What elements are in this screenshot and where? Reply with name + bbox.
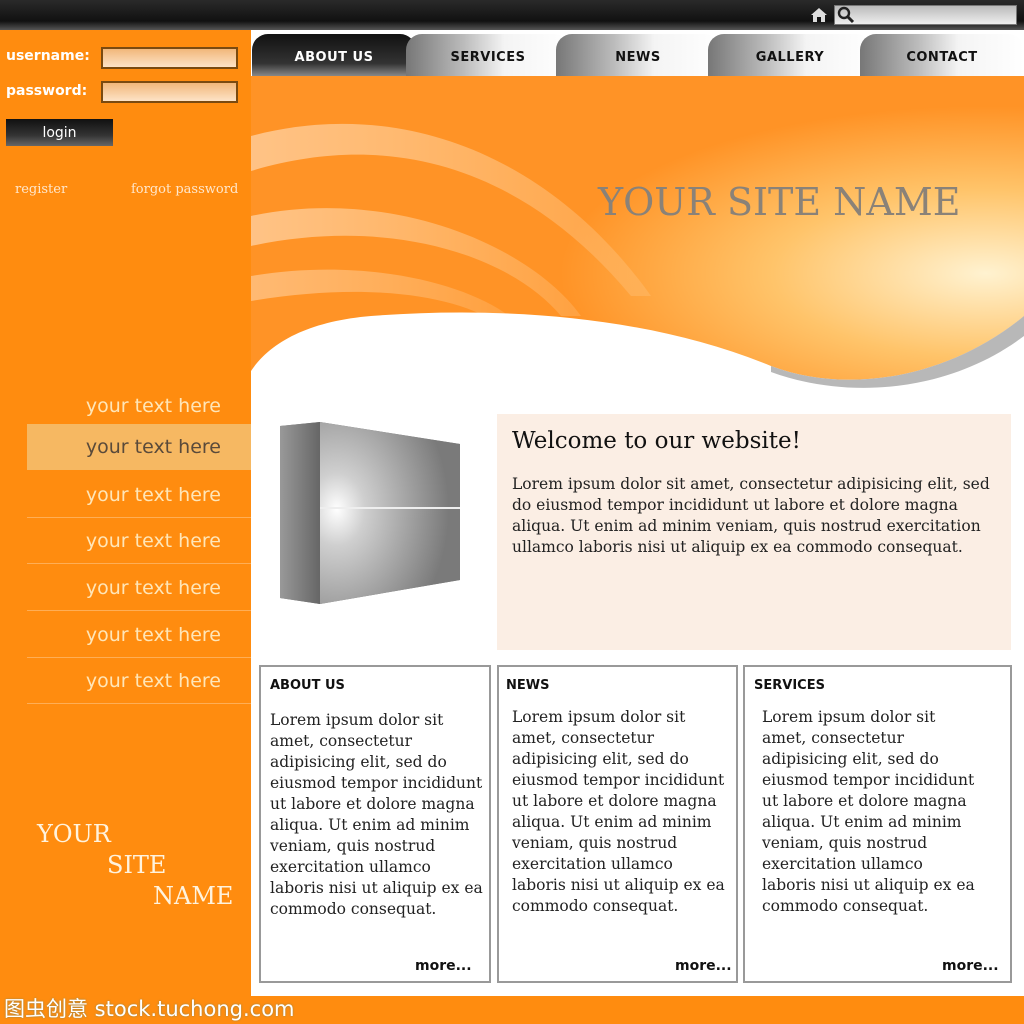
sidebar-nav-item[interactable]: your text here	[27, 383, 251, 429]
username-label: username:	[6, 48, 90, 64]
username-field[interactable]	[101, 47, 238, 69]
tab-about-us[interactable]: ABOUT US	[252, 34, 416, 76]
password-label: password:	[6, 83, 88, 99]
sidebar-nav-item[interactable]: your text here	[27, 472, 251, 518]
sidebar-site-name-line: NAME	[153, 882, 234, 910]
sidebar-nav-item[interactable]: your text here	[27, 658, 251, 704]
content-box-text: Lorem ipsum dolor sit amet, consectetur …	[512, 708, 725, 915]
header-banner	[251, 76, 1024, 396]
more-link[interactable]: more...	[675, 958, 732, 974]
sidebar-site-name-line: YOUR	[37, 820, 111, 848]
site-name-heading: YOUR SITE NAME	[598, 180, 961, 224]
content-box-text: Lorem ipsum dolor sit amet, consectetur …	[762, 708, 975, 915]
more-link[interactable]: more...	[942, 958, 999, 974]
tab-news[interactable]: NEWS	[556, 34, 720, 76]
login-button[interactable]: login	[6, 119, 113, 146]
box-graphic	[280, 422, 460, 604]
home-icon[interactable]	[810, 7, 828, 23]
content-box-title: ABOUT US	[270, 678, 345, 693]
welcome-title: Welcome to our website!	[512, 428, 801, 454]
tab-contact[interactable]: CONTACT	[860, 34, 1024, 76]
sidebar-site-name-line: SITE	[107, 851, 167, 879]
search-icon[interactable]	[836, 6, 856, 24]
more-link[interactable]: more...	[415, 958, 472, 974]
register-link[interactable]: register	[15, 182, 67, 197]
sidebar-nav-item[interactable]: your text here	[27, 518, 251, 564]
forgot-password-link[interactable]: forgot password	[131, 182, 238, 197]
sidebar-nav-item-active[interactable]: your text here	[27, 424, 251, 470]
content-box-text: Lorem ipsum dolor sit amet, consectetur …	[270, 711, 483, 918]
sidebar-nav-item[interactable]: your text here	[27, 565, 251, 611]
content-box-title: NEWS	[506, 678, 550, 693]
tab-gallery[interactable]: GALLERY	[708, 34, 872, 76]
sidebar-nav-item[interactable]: your text here	[27, 612, 251, 658]
watermark: 图虫创意 stock.tuchong.com	[4, 997, 295, 1021]
content-box-title: SERVICES	[754, 678, 825, 693]
welcome-text: Lorem ipsum dolor sit amet, consectetur …	[512, 475, 990, 556]
tab-services[interactable]: SERVICES	[406, 34, 570, 76]
search-input[interactable]	[834, 5, 1017, 25]
password-field[interactable]	[101, 81, 238, 103]
